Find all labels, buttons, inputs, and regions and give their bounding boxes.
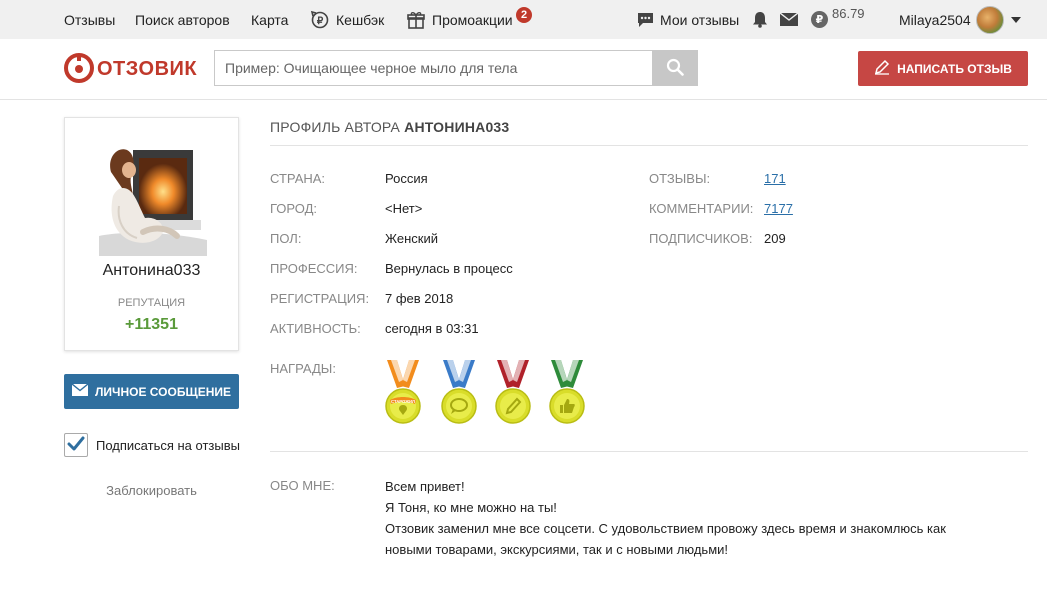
subscribe-label: Подписаться на отзывы <box>96 437 240 453</box>
promo-label: Промоакции <box>432 11 513 28</box>
profession-label: ПРОФЕССИЯ: <box>270 261 358 276</box>
city-value: <Нет> <box>385 201 423 216</box>
cashback-icon: ₽ <box>310 10 330 30</box>
city-label: ГОРОД: <box>270 201 318 216</box>
awards-label: НАГРАДЫ: <box>270 361 336 376</box>
subscribers-count-value: 209 <box>764 231 786 246</box>
messages-button[interactable] <box>780 0 798 39</box>
reviews-count-link[interactable]: 171 <box>764 171 786 186</box>
registration-label: РЕГИСТРАЦИЯ: <box>270 291 370 306</box>
search-input[interactable] <box>214 50 652 86</box>
about-line: Отзовик заменил мне все соцсети. С удово… <box>385 521 946 536</box>
profession-value: Вернулась в процесс <box>385 261 513 276</box>
chat-icon <box>637 12 654 28</box>
page-title-author: АНТОНИНА033 <box>404 119 510 135</box>
gender-label: ПОЛ: <box>270 231 302 246</box>
write-review-label: НАПИСАТЬ ОТЗЫВ <box>897 61 1012 76</box>
search-icon <box>666 58 684 79</box>
nav-cashback-link[interactable]: ₽ Кешбэк <box>310 0 384 39</box>
top-navigation-bar: Отзывы Поиск авторов Карта ₽ Кешбэк Пром… <box>0 0 1047 39</box>
gift-icon <box>406 10 426 30</box>
about-line: новыми товарами, экскурсиями, так и с но… <box>385 542 729 557</box>
private-message-button[interactable]: ЛИЧНОЕ СООБЩЕНИЕ <box>64 374 239 409</box>
subscribers-count-label: ПОДПИСЧИКОВ: <box>649 231 753 246</box>
balance-value: 86.79 <box>832 6 865 21</box>
about-label: ОБО МНЕ: <box>270 478 335 493</box>
country-value: Россия <box>385 171 428 186</box>
activity-label: АКТИВНОСТЬ: <box>270 321 361 336</box>
author-name: Антонина033 <box>102 262 201 279</box>
search-button[interactable] <box>652 50 698 86</box>
comment-medal-icon[interactable] <box>439 358 479 426</box>
chevron-down-icon[interactable] <box>1011 0 1021 39</box>
private-message-label: ЛИЧНОЕ СООБЩЕНИЕ <box>94 384 231 399</box>
author-avatar <box>99 136 207 256</box>
divider <box>270 145 1028 146</box>
activity-value: сегодня в 03:31 <box>385 321 479 336</box>
site-header: ОТЗОВИК НАПИСАТЬ ОТЗЫВ <box>0 39 1047 100</box>
country-label: СТРАНА: <box>270 171 326 186</box>
about-text: Всем привет! Я Тоня, ко мне можно на ты!… <box>385 476 946 560</box>
user-avatar[interactable] <box>976 6 1004 34</box>
my-reviews-link[interactable]: Мои отзывы <box>637 0 739 39</box>
cashback-label: Кешбэк <box>336 11 385 28</box>
reputation-label: РЕПУТАЦИЯ <box>117 297 186 309</box>
write-review-button[interactable]: НАПИСАТЬ ОТЗЫВ <box>858 51 1028 86</box>
page-title-prefix: ПРОФИЛЬ АВТОРА <box>270 119 401 135</box>
logo-icon <box>64 52 94 86</box>
registration-value: 7 фев 2018 <box>385 291 454 306</box>
reputation-value: +11351 <box>125 316 178 333</box>
about-line: Я Тоня, ко мне можно на ты! <box>385 500 557 515</box>
veteran-medal-icon[interactable]: СТАРОЖИЛ <box>383 358 423 426</box>
site-logo[interactable]: ОТЗОВИК <box>64 52 198 86</box>
like-medal-icon[interactable] <box>547 358 587 426</box>
ruble-coin-icon: ₽ <box>811 11 828 28</box>
nav-reviews-link[interactable]: Отзывы <box>64 0 115 39</box>
pen-medal-icon[interactable] <box>493 358 533 426</box>
nav-promo-link[interactable]: Промоакции <box>406 0 513 39</box>
divider <box>270 451 1028 452</box>
my-reviews-label: Мои отзывы <box>660 11 740 28</box>
svg-text:₽: ₽ <box>317 16 324 27</box>
about-line: Всем привет! <box>385 479 465 494</box>
notifications-button[interactable] <box>752 0 768 39</box>
username-link[interactable]: Milaya2504 <box>899 0 971 39</box>
gender-value: Женский <box>385 231 438 246</box>
subscribe-toggle[interactable]: Подписаться на отзывы <box>64 433 240 457</box>
envelope-icon <box>71 383 89 399</box>
comments-count-label: КОММЕНТАРИИ: <box>649 201 754 216</box>
subscribe-checkbox[interactable] <box>64 433 88 457</box>
pencil-icon <box>874 59 890 78</box>
author-card: Антонина033 РЕПУТАЦИЯ +11351 <box>64 117 239 351</box>
promo-count-badge: 2 <box>516 7 532 23</box>
svg-text:СТАРОЖИЛ: СТАРОЖИЛ <box>391 399 415 404</box>
comments-count-value: 7177 <box>764 201 793 216</box>
page-title: ПРОФИЛЬ АВТОРА АНТОНИНА033 <box>270 119 509 135</box>
envelope-icon <box>780 13 798 26</box>
reviews-count-label: ОТЗЫВЫ: <box>649 171 711 186</box>
comments-count-link[interactable]: 7177 <box>764 201 793 216</box>
block-user-link[interactable]: Заблокировать <box>64 483 239 498</box>
reviews-count-value: 171 <box>764 171 786 186</box>
nav-map-link[interactable]: Карта <box>251 0 288 39</box>
nav-authors-search-link[interactable]: Поиск авторов <box>135 0 230 39</box>
logo-text: ОТЗОВИК <box>97 57 198 80</box>
bell-icon <box>752 11 768 28</box>
checkmark-icon <box>67 436 85 455</box>
